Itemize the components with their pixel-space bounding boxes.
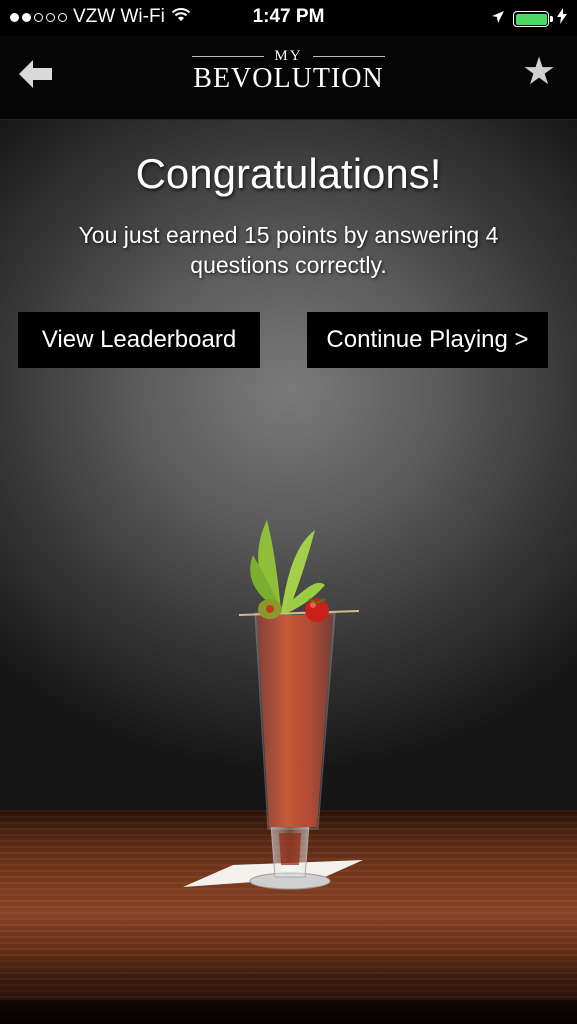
quiz-result-screen: Congratulations! You just earned 15 poin… (0, 120, 577, 1024)
battery-icon (513, 11, 553, 27)
location-arrow-icon (491, 8, 505, 30)
favorite-button[interactable]: ★ (519, 52, 559, 92)
view-leaderboard-button[interactable]: View Leaderboard (18, 312, 260, 368)
result-message: You just earned 15 points by answering 4… (78, 222, 499, 278)
status-bar: VZW Wi-Fi 1:47 PM (0, 0, 577, 36)
bar-counter-edge (0, 1000, 577, 1024)
status-right (491, 8, 567, 30)
page-title: Congratulations! (135, 150, 442, 197)
bloody-mary-image (175, 515, 375, 920)
charging-bolt-icon (557, 8, 567, 30)
star-icon: ★ (521, 51, 557, 93)
logo-bottom-text: BEVOLUTION (193, 63, 384, 94)
continue-playing-button[interactable]: Continue Playing > (307, 312, 548, 368)
app-logo: MY BEVOLUTION (0, 48, 577, 95)
nav-bar: MY BEVOLUTION ★ (0, 36, 577, 120)
